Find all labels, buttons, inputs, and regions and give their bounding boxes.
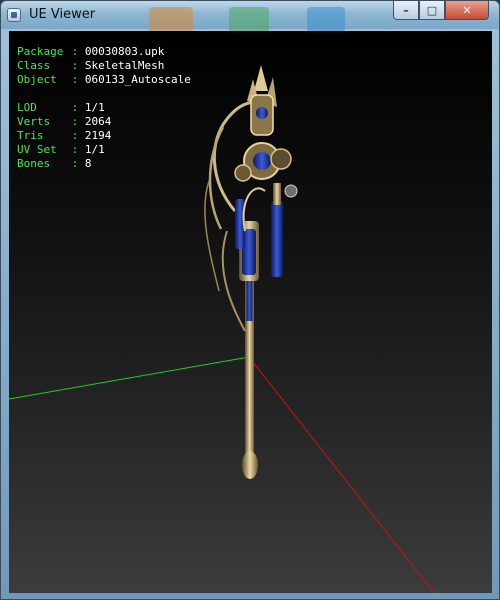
app-icon — [7, 8, 21, 22]
minimize-button[interactable]: – — [393, 1, 419, 20]
info-package-row: Package : 00030803.upk — [17, 45, 165, 58]
maximize-icon: □ — [426, 3, 438, 17]
axis-x-line — [248, 356, 435, 593]
title-bar[interactable]: UE Viewer – □ ✕ — [1, 1, 499, 33]
tris-value: 2194 — [84, 129, 112, 142]
maximize-button[interactable]: □ — [419, 1, 445, 20]
class-label: Class — [17, 59, 51, 72]
verts-label: Verts — [17, 115, 51, 128]
background-blob — [149, 7, 193, 33]
info-uvset-row: UV Set : 1/1 — [17, 143, 105, 156]
background-blob — [307, 7, 345, 33]
app-window: UE Viewer – □ ✕ Package: 00030803.upk C… — [0, 0, 500, 600]
close-icon: ✕ — [462, 3, 472, 17]
verts-value: 2064 — [84, 115, 112, 128]
minimize-icon: – — [403, 3, 409, 17]
info-verts-row: Verts : 2064 — [17, 115, 112, 128]
bones-label: Bones — [17, 157, 51, 170]
object-label: Object — [17, 73, 57, 86]
info-lod-row: LOD : 1/1 — [17, 101, 105, 114]
window-title: UE Viewer — [29, 7, 96, 22]
close-button[interactable]: ✕ — [445, 1, 489, 20]
lod-value: 1/1 — [84, 101, 105, 114]
tris-label: Tris — [17, 129, 44, 142]
bones-value: 8 — [84, 157, 92, 170]
uvset-label: UV Set — [17, 143, 57, 156]
info-bones-row: Bones : 8 — [17, 157, 92, 170]
lod-label: LOD — [17, 101, 37, 114]
mesh-info-panel: Package : 00030803.upk Class : SkeletalM… — [17, 45, 191, 171]
3d-viewport[interactable]: Package : 00030803.upk Class : SkeletalM… — [9, 31, 492, 593]
staff-model — [204, 65, 298, 479]
package-value: 00030803.upk — [84, 45, 165, 58]
info-tris-row: Tris : 2194 — [17, 129, 112, 142]
package-label: Package — [17, 45, 64, 58]
uvset-value: 1/1 — [84, 143, 105, 156]
axis-y-line — [9, 356, 250, 400]
class-value: SkeletalMesh — [84, 59, 165, 72]
background-blob — [229, 7, 269, 33]
info-class-row: Class : SkeletalMesh — [17, 59, 165, 72]
info-object-row: Object : 060133_Autoscale — [17, 73, 191, 86]
object-value: 060133_Autoscale — [84, 73, 191, 86]
